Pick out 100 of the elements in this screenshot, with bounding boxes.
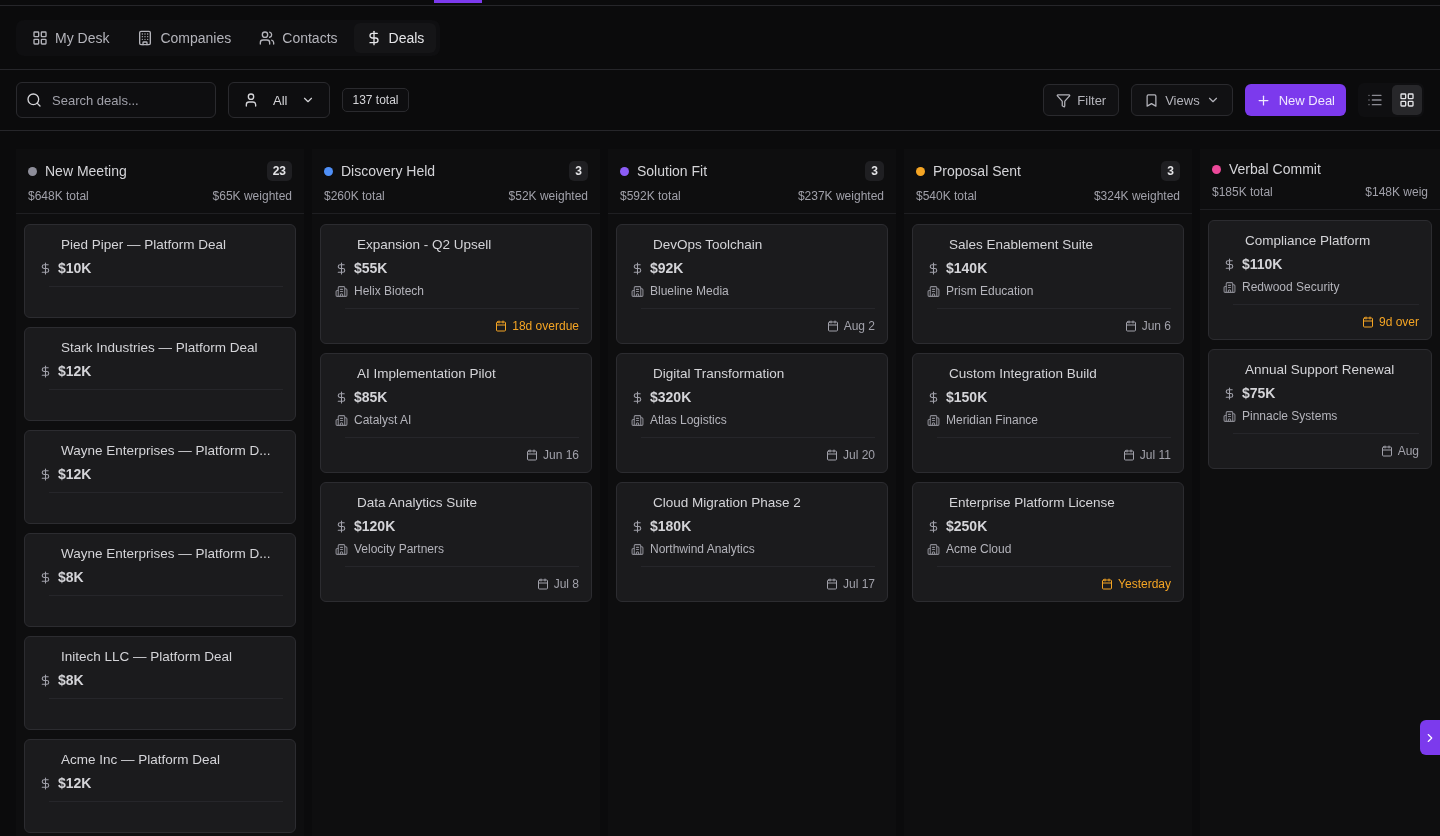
building-icon bbox=[631, 413, 644, 427]
dollar-icon bbox=[39, 467, 52, 481]
deal-amount: $8K bbox=[58, 672, 84, 688]
deal-card[interactable]: Acme Inc — Platform Deal $12K bbox=[24, 739, 296, 833]
column-total: $592K total bbox=[620, 189, 682, 203]
column-total: $185K total bbox=[1212, 185, 1274, 199]
company-name: Catalyst AI bbox=[354, 413, 412, 427]
deal-count: 3 bbox=[1161, 161, 1180, 181]
bookmark-icon bbox=[1144, 92, 1160, 108]
grid-view-button[interactable] bbox=[1392, 85, 1422, 115]
dollar-icon bbox=[39, 261, 52, 275]
deal-card[interactable]: Sales Enablement Suite $140K Prism Education Jun 6 bbox=[912, 224, 1184, 344]
grid-icon bbox=[32, 29, 48, 46]
user-icon bbox=[243, 92, 259, 108]
column-weighted: $237K weighted bbox=[797, 189, 884, 203]
deal-card[interactable]: Cloud Migration Phase 2 $180K Northwind Analytics Jul 17 bbox=[616, 482, 888, 602]
deal-amount: $150K bbox=[946, 389, 988, 405]
deal-card[interactable]: Custom Integration Build $150K Meridian Finance Jul 11 bbox=[912, 353, 1184, 473]
deal-card[interactable]: Compliance Platform $110K Redwood Security 9d over bbox=[1208, 220, 1432, 340]
column-title: Proposal Sent bbox=[933, 163, 1022, 179]
deal-amount: $92K bbox=[650, 260, 684, 276]
nav-tab[interactable]: Companies bbox=[125, 22, 244, 53]
deal-title: Custom Integration Build bbox=[948, 366, 1098, 381]
due-date: 18d overdue bbox=[512, 319, 579, 333]
deal-amount: $12K bbox=[58, 775, 92, 791]
deal-count: 3 bbox=[569, 161, 588, 181]
search-field[interactable]: Search deals... bbox=[16, 82, 216, 118]
company-name: Blueline Media bbox=[650, 284, 729, 298]
deal-amount: $110K bbox=[1242, 256, 1283, 272]
deal-card[interactable]: Data Analytics Suite $120K Velocity Partners Jul 8 bbox=[320, 482, 592, 602]
dollar-icon bbox=[335, 390, 348, 404]
deal-title: Annual Support Renewal bbox=[1244, 362, 1396, 377]
company-name: Pinnacle Systems bbox=[1242, 409, 1338, 423]
building-icon bbox=[335, 284, 348, 298]
deal-card[interactable]: Annual Support Renewal $75K Pinnacle Systems Aug bbox=[1208, 349, 1432, 469]
deal-card[interactable]: Wayne Enterprises — Platform D... $12K bbox=[24, 430, 296, 524]
building-icon bbox=[137, 29, 154, 46]
due-date: Jul 8 bbox=[553, 577, 579, 591]
nav-tab[interactable]: My Desk bbox=[20, 22, 122, 53]
deal-title: Wayne Enterprises — Platform D... bbox=[60, 443, 272, 458]
deal-card[interactable]: Stark Industries — Platform Deal $12K bbox=[24, 327, 296, 421]
deal-card[interactable]: Enterprise Platform License $250K Acme Cloud Yesterday bbox=[912, 482, 1184, 602]
deal-title: Wayne Enterprises — Platform D... bbox=[60, 546, 272, 561]
deal-card[interactable]: Expansion - Q2 Upsell $55K Helix Biotech 18d overdue bbox=[320, 224, 592, 344]
active-indicator bbox=[434, 0, 482, 3]
views-button[interactable]: Views bbox=[1131, 84, 1233, 116]
deal-title: Expansion - Q2 Upsell bbox=[356, 237, 493, 252]
column-total: $260K total bbox=[324, 189, 386, 203]
deal-card[interactable]: Digital Transformation $320K Atlas Logistics Jul 20 bbox=[616, 353, 888, 473]
expand-button[interactable] bbox=[1420, 720, 1440, 755]
due-date: Aug 2 bbox=[843, 319, 875, 333]
building-icon bbox=[1223, 280, 1236, 294]
due-date: 9d over bbox=[1378, 315, 1419, 329]
dollar-icon bbox=[927, 261, 940, 275]
dollar-icon bbox=[39, 776, 52, 790]
deal-title: Cloud Migration Phase 2 bbox=[652, 495, 802, 510]
deal-amount: $10K bbox=[58, 260, 92, 276]
column-weighted: $65K weighted bbox=[212, 189, 292, 203]
calendar-icon bbox=[536, 578, 549, 590]
deal-amount: $8K bbox=[58, 569, 84, 585]
deal-title: DevOps Toolchain bbox=[652, 237, 764, 252]
calendar-icon bbox=[1122, 449, 1135, 461]
column-total: $648K total bbox=[28, 189, 90, 203]
building-icon bbox=[927, 284, 940, 298]
dollar-icon bbox=[631, 519, 644, 533]
due-date: Jul 11 bbox=[1139, 448, 1171, 462]
owner-dropdown[interactable]: All bbox=[228, 82, 331, 118]
dollar-icon bbox=[631, 390, 644, 404]
calendar-icon bbox=[826, 320, 839, 332]
dollar-icon bbox=[39, 673, 52, 687]
deal-count: 23 bbox=[266, 161, 292, 181]
deal-title: Data Analytics Suite bbox=[356, 495, 479, 510]
deal-card[interactable]: AI Implementation Pilot $85K Catalyst AI Jun 16 bbox=[320, 353, 592, 473]
deal-amount: $12K bbox=[58, 466, 92, 482]
column-weighted: $148K weig bbox=[1365, 185, 1428, 199]
deal-title: Pied Piper — Platform Deal bbox=[60, 237, 228, 252]
calendar-icon bbox=[1380, 445, 1393, 457]
new-deal-button[interactable]: New Deal bbox=[1244, 84, 1346, 116]
nav-tab[interactable]: Deals bbox=[353, 22, 437, 53]
deal-card[interactable]: Wayne Enterprises — Platform D... $8K bbox=[24, 533, 296, 627]
deal-card[interactable]: Initech LLC — Platform Deal $8K bbox=[24, 636, 296, 730]
deal-card[interactable]: Pied Piper — Platform Deal $10K bbox=[24, 224, 296, 318]
column-title: Solution Fit bbox=[637, 163, 709, 179]
nav-tab[interactable]: Contacts bbox=[247, 22, 350, 53]
deal-title: Sales Enablement Suite bbox=[948, 237, 1095, 252]
filter-icon bbox=[1056, 92, 1072, 108]
calendar-icon bbox=[495, 320, 508, 332]
deal-amount: $180K bbox=[650, 518, 692, 534]
calendar-icon bbox=[1361, 316, 1374, 328]
company-name: Acme Cloud bbox=[946, 542, 1012, 556]
deal-amount: $250K bbox=[946, 518, 988, 534]
column-weighted: $324K weighted bbox=[1093, 189, 1180, 203]
filter-button[interactable]: Filter bbox=[1043, 84, 1120, 116]
deal-card[interactable]: DevOps Toolchain $92K Blueline Media Aug 2 bbox=[616, 224, 888, 344]
deal-amount: $12K bbox=[58, 363, 92, 379]
due-date: Yesterday bbox=[1118, 577, 1171, 591]
company-name: Atlas Logistics bbox=[650, 413, 727, 427]
deal-amount: $75K bbox=[1242, 385, 1276, 401]
deal-title: Stark Industries — Platform Deal bbox=[60, 340, 259, 355]
due-date: Jun 6 bbox=[1141, 319, 1171, 333]
